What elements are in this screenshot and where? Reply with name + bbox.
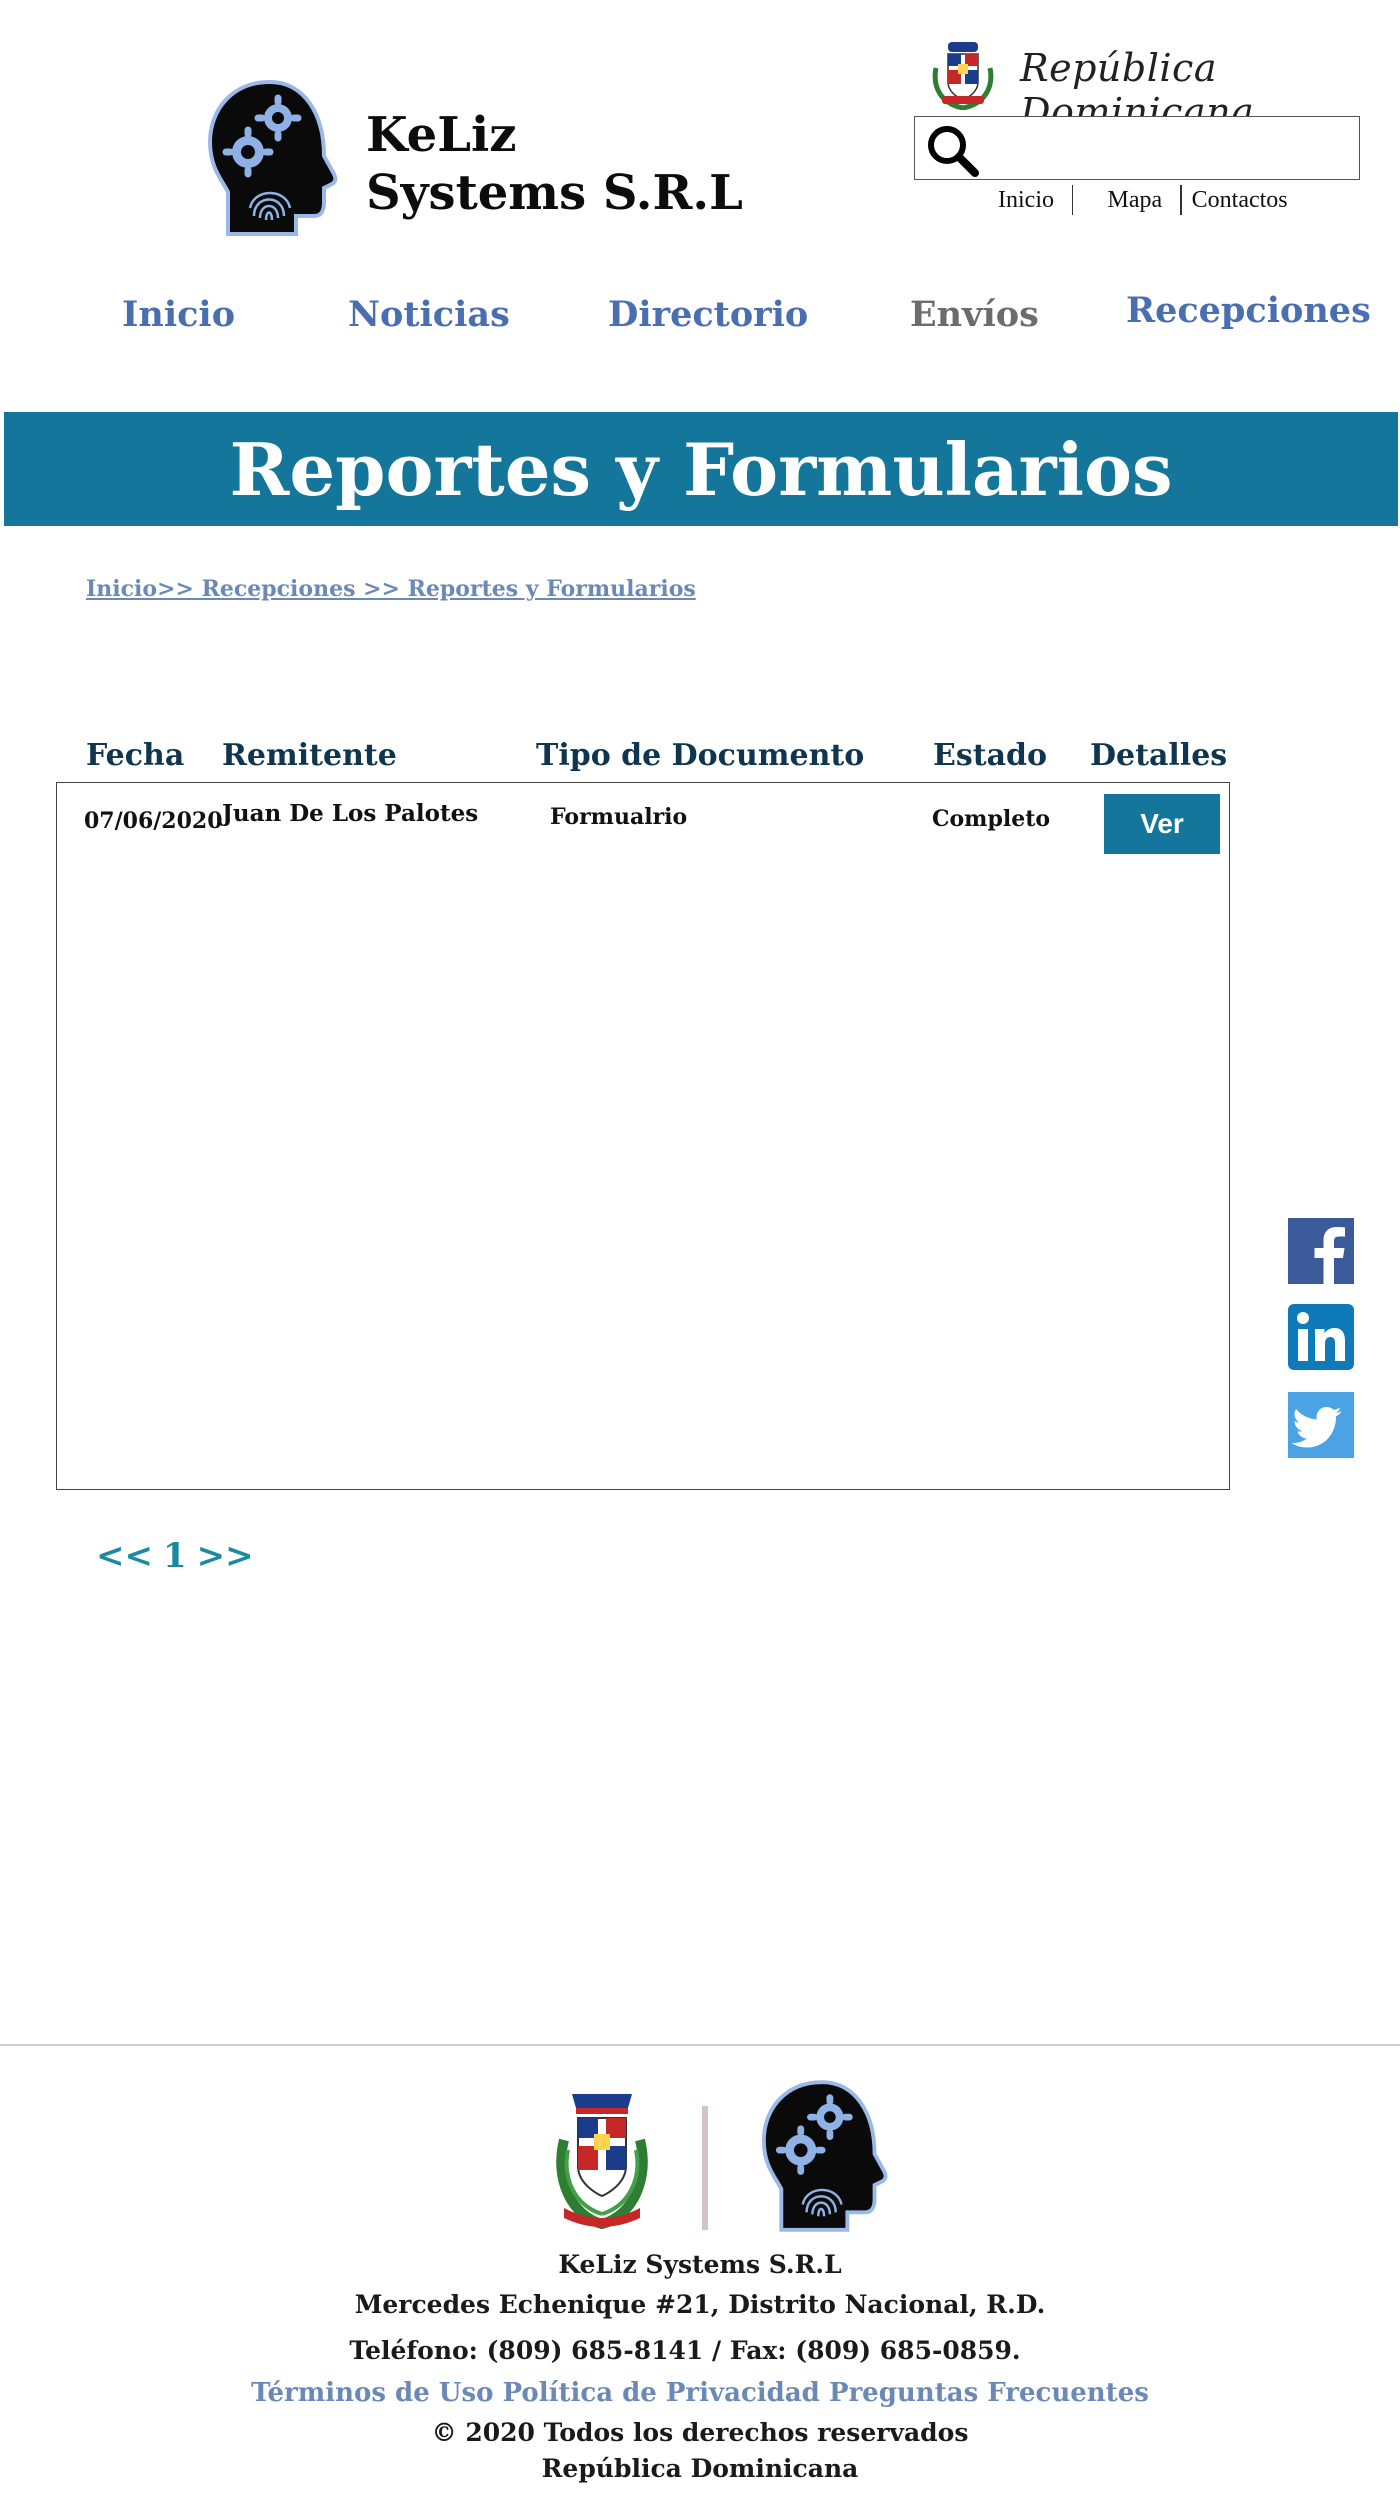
column-header-tipo-documento: Tipo de Documento [536, 738, 865, 773]
cell-estado: Completo [932, 806, 1051, 832]
nav-item-directorio[interactable]: Directorio [608, 294, 808, 335]
nav-item-inicio[interactable]: Inicio [122, 294, 235, 335]
top-link-inicio[interactable]: Inicio [980, 185, 1072, 215]
column-header-estado: Estado [933, 738, 1048, 773]
search-input[interactable] [987, 125, 1347, 171]
results-table [56, 782, 1230, 1490]
footer-divider-line [0, 2044, 1400, 2046]
column-header-fecha: Fecha [86, 738, 185, 773]
nav-item-recepciones[interactable]: Recepciones [1126, 290, 1371, 331]
footer-logo-divider [702, 2106, 708, 2230]
footer-link-privacidad[interactable]: Política de Privacidad [503, 2378, 820, 2408]
company-name: KeLiz Systems S.R.L [366, 106, 746, 222]
footer-address: Mercedes Echenique #21, Distrito Naciona… [354, 2290, 1046, 2319]
company-name-line1: KeLiz [366, 107, 517, 163]
footer-company: KeLiz Systems S.R.L [558, 2250, 842, 2279]
company-logo [204, 76, 344, 238]
top-link-mapa[interactable]: Mapa [1073, 185, 1180, 215]
breadcrumb[interactable]: Inicio>> Recepciones >> Reportes y Formu… [86, 576, 696, 602]
pagination: << 1 >> [96, 1536, 254, 1576]
nav-item-envios[interactable]: Envíos [910, 294, 1039, 335]
linkedin-icon[interactable] [1288, 1304, 1354, 1370]
twitter-icon[interactable] [1288, 1392, 1354, 1458]
view-details-button[interactable]: Ver [1104, 794, 1220, 854]
coat-of-arms-icon [550, 2090, 654, 2234]
column-header-detalles: Detalles [1090, 738, 1228, 773]
footer-copyright: © 2020 Todos los derechos reservados [431, 2418, 969, 2447]
facebook-icon[interactable] [1288, 1218, 1354, 1284]
nav-item-noticias[interactable]: Noticias [348, 294, 510, 335]
footer-links: Términos de Uso Política de Privacidad P… [0, 2378, 1400, 2408]
pagination-next[interactable]: >> [197, 1536, 254, 1576]
search-icon[interactable] [923, 121, 981, 179]
column-header-remitente: Remitente [222, 738, 397, 773]
top-link-contactos[interactable]: Contactos [1182, 185, 1306, 215]
pagination-prev[interactable]: << [96, 1536, 153, 1576]
coat-of-arms-icon [928, 38, 998, 111]
search-box[interactable] [914, 116, 1360, 180]
pagination-page[interactable]: 1 [163, 1536, 187, 1576]
footer-phone: Teléfono: (809) 685-8141 / Fax: (809) 68… [349, 2336, 1021, 2365]
company-logo [758, 2076, 894, 2234]
cell-tipo-documento: Formualrio [550, 804, 688, 830]
company-name-line2: Systems S.R.L [366, 165, 743, 221]
cell-fecha: 07/06/2020 [84, 808, 223, 834]
cell-remitente: Juan De Los Palotes [222, 800, 479, 827]
footer-country: República Dominicana [541, 2454, 859, 2483]
top-links: Inicio Mapa Contactos [980, 184, 1306, 216]
page-banner: Reportes y Formularios [4, 412, 1398, 526]
footer-link-terminos[interactable]: Términos de Uso [251, 2378, 493, 2408]
page-title: Reportes y Formularios [229, 426, 1173, 512]
footer-link-preguntas[interactable]: Preguntas Frecuentes [829, 2378, 1149, 2408]
